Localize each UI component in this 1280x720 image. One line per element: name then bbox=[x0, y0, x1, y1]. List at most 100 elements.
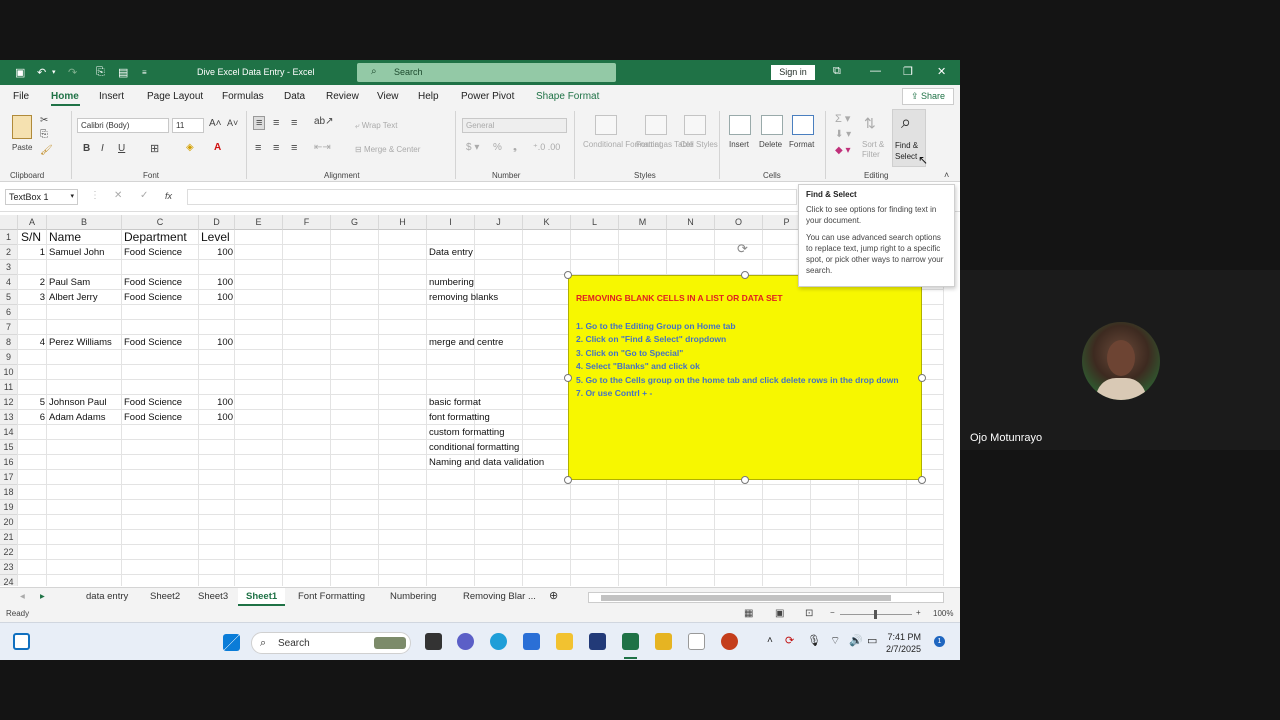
cell-name[interactable]: Samuel John bbox=[49, 245, 121, 260]
zoom-slider-thumb[interactable] bbox=[874, 610, 877, 619]
cell-styles-label[interactable]: Cell Styles bbox=[680, 140, 718, 149]
insert-label[interactable]: Insert bbox=[729, 140, 749, 149]
sheet-tab-data-entry[interactable]: data entry bbox=[86, 591, 128, 602]
number-format-select[interactable]: General bbox=[462, 118, 567, 133]
column-header[interactable]: D bbox=[199, 215, 235, 230]
header-cell-department[interactable]: Department bbox=[124, 230, 198, 245]
name-box-dropdown-icon[interactable]: ▾ bbox=[70, 190, 74, 204]
align-left-icon[interactable]: ≡ bbox=[255, 142, 261, 154]
column-header[interactable]: N bbox=[667, 215, 715, 230]
row-header[interactable]: 12 bbox=[0, 395, 18, 410]
cell-sn[interactable]: 5 bbox=[20, 395, 45, 410]
row-header[interactable]: 17 bbox=[0, 470, 18, 485]
percent-icon[interactable]: % bbox=[493, 142, 502, 153]
column-header[interactable]: C bbox=[122, 215, 199, 230]
file-explorer-icon[interactable] bbox=[556, 633, 573, 650]
column-header[interactable]: M bbox=[619, 215, 667, 230]
tab-insert[interactable]: Insert bbox=[99, 91, 124, 102]
windows-start-icon[interactable] bbox=[223, 634, 240, 651]
align-right-icon[interactable]: ≡ bbox=[291, 142, 297, 154]
sheet-tab-numbering[interactable]: Numbering bbox=[390, 591, 436, 602]
cell-topic[interactable]: numbering bbox=[429, 275, 569, 290]
row-header[interactable]: 8 bbox=[0, 335, 18, 350]
volume-icon[interactable]: 🔊 bbox=[849, 634, 863, 647]
autosum-icon[interactable]: Σ ▾ bbox=[835, 112, 850, 125]
resize-handle[interactable] bbox=[564, 271, 572, 279]
cell-styles-icon[interactable] bbox=[684, 115, 706, 135]
column-header[interactable]: J bbox=[475, 215, 523, 230]
instruction-textbox[interactable]: REMOVING BLANK CELLS IN A LIST OR DATA S… bbox=[568, 275, 922, 480]
column-header[interactable]: O bbox=[715, 215, 763, 230]
tab-help[interactable]: Help bbox=[418, 91, 439, 102]
tab-view[interactable]: View bbox=[377, 91, 399, 102]
undo-dropdown-icon[interactable]: ▾ bbox=[52, 68, 56, 76]
document-icon[interactable]: ⎘ bbox=[96, 66, 105, 79]
zoom-in-icon[interactable]: + bbox=[916, 608, 921, 617]
add-sheet-icon[interactable]: ⊕ bbox=[549, 589, 558, 602]
column-header[interactable]: L bbox=[571, 215, 619, 230]
tab-page-layout[interactable]: Page Layout bbox=[147, 91, 203, 102]
tab-shape-format[interactable]: Shape Format bbox=[536, 91, 599, 102]
borders-icon[interactable]: ⊞ bbox=[150, 142, 159, 155]
horizontal-scroll-thumb[interactable] bbox=[601, 595, 891, 601]
row-header[interactable]: 20 bbox=[0, 515, 18, 530]
conditional-formatting-icon[interactable] bbox=[595, 115, 617, 135]
delete-label[interactable]: Delete bbox=[759, 140, 782, 149]
insert-cells-icon[interactable] bbox=[729, 115, 751, 135]
fill-icon[interactable]: ⬇ ▾ bbox=[835, 129, 851, 140]
microphone-icon[interactable]: 🎙 bbox=[807, 634, 821, 647]
cell-topic[interactable]: Naming and data validation bbox=[429, 455, 569, 470]
cell-department[interactable]: Food Science bbox=[124, 245, 198, 260]
cell-department[interactable]: Food Science bbox=[124, 290, 198, 305]
column-header[interactable]: G bbox=[331, 215, 379, 230]
cell-name[interactable]: Paul Sam bbox=[49, 275, 121, 290]
resize-handle[interactable] bbox=[741, 476, 749, 484]
clear-icon[interactable]: ◆ ▾ bbox=[835, 145, 851, 156]
edge-icon[interactable] bbox=[490, 633, 507, 650]
cell-name[interactable]: Perez Williams bbox=[49, 335, 121, 350]
powerpoint-icon[interactable] bbox=[721, 633, 738, 650]
wifi-icon[interactable]: ⌔ bbox=[830, 634, 840, 648]
battery-icon[interactable]: ▭ bbox=[867, 634, 877, 647]
column-header[interactable]: I bbox=[427, 215, 475, 230]
fill-color-icon[interactable]: ◈ bbox=[186, 142, 194, 153]
tray-chevron-icon[interactable]: ˄ bbox=[767, 635, 773, 646]
column-header[interactable]: B bbox=[47, 215, 122, 230]
row-header[interactable]: 15 bbox=[0, 440, 18, 455]
comma-icon[interactable]: ❟ bbox=[513, 142, 517, 153]
align-center-icon[interactable]: ≡ bbox=[273, 142, 279, 154]
store-icon[interactable] bbox=[523, 633, 540, 650]
widgets-icon[interactable] bbox=[13, 633, 30, 650]
orientation-icon[interactable]: ab↗ bbox=[314, 116, 334, 127]
sheet-tab-sheet3[interactable]: Sheet3 bbox=[198, 591, 228, 602]
cell-level[interactable]: 100 bbox=[199, 410, 233, 425]
row-header[interactable]: 9 bbox=[0, 350, 18, 365]
vpn-app-icon[interactable] bbox=[589, 633, 606, 650]
resize-handle[interactable] bbox=[918, 374, 926, 382]
column-header[interactable]: K bbox=[523, 215, 571, 230]
tab-home[interactable]: Home bbox=[51, 91, 79, 102]
bottom-align-icon[interactable]: ≡ bbox=[291, 117, 297, 129]
currency-icon[interactable]: $ ▾ bbox=[466, 142, 479, 153]
underline-icon[interactable]: U bbox=[118, 143, 125, 154]
cell-topic[interactable]: Data entry bbox=[429, 245, 569, 260]
cell-name[interactable]: Johnson Paul bbox=[49, 395, 121, 410]
cell-level[interactable]: 100 bbox=[199, 245, 233, 260]
font-size-select[interactable]: 11 bbox=[172, 118, 204, 133]
format-painter-icon[interactable]: 🖌 bbox=[40, 145, 53, 156]
cancel-entry-icon[interactable]: ✕ bbox=[114, 190, 122, 201]
format-label[interactable]: Format bbox=[789, 140, 814, 149]
bold-icon[interactable]: B bbox=[83, 143, 90, 154]
row-header[interactable]: 2 bbox=[0, 245, 18, 260]
collapse-ribbon-icon[interactable]: ˄ bbox=[944, 170, 949, 180]
decrease-font-icon[interactable]: A˅ bbox=[227, 118, 238, 128]
cell-sn[interactable]: 1 bbox=[20, 245, 45, 260]
font-color-icon[interactable]: A bbox=[214, 142, 221, 153]
row-header[interactable]: 13 bbox=[0, 410, 18, 425]
customize-qa-icon[interactable]: ≡ bbox=[142, 68, 147, 77]
header-cell-sn[interactable]: S/N bbox=[21, 230, 47, 245]
row-header[interactable]: 18 bbox=[0, 485, 18, 500]
save-icon[interactable]: ▣ bbox=[15, 66, 25, 79]
row-header[interactable]: 10 bbox=[0, 365, 18, 380]
sheet-tab-font-formatting[interactable]: Font Formatting bbox=[298, 591, 365, 602]
